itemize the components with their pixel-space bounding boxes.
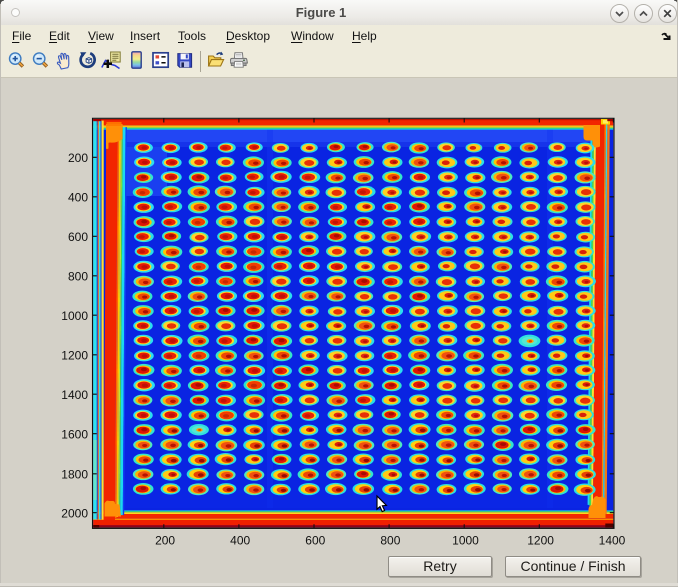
svg-text:400: 400: [68, 190, 88, 204]
svg-text:600: 600: [305, 533, 325, 547]
svg-text:1600: 1600: [61, 427, 88, 441]
svg-text:200: 200: [68, 151, 88, 165]
svg-text:1400: 1400: [61, 388, 88, 402]
svg-text:600: 600: [68, 230, 88, 244]
svg-text:200: 200: [155, 533, 175, 547]
svg-text:1200: 1200: [527, 533, 554, 547]
svg-text:1000: 1000: [61, 309, 88, 323]
svg-text:2000: 2000: [61, 506, 88, 520]
svg-text:1000: 1000: [452, 533, 479, 547]
svg-text:1800: 1800: [61, 467, 88, 481]
svg-text:1400: 1400: [599, 533, 626, 547]
svg-text:1200: 1200: [61, 348, 88, 362]
svg-text:800: 800: [68, 269, 88, 283]
svg-text:800: 800: [380, 533, 400, 547]
svg-text:400: 400: [230, 533, 250, 547]
